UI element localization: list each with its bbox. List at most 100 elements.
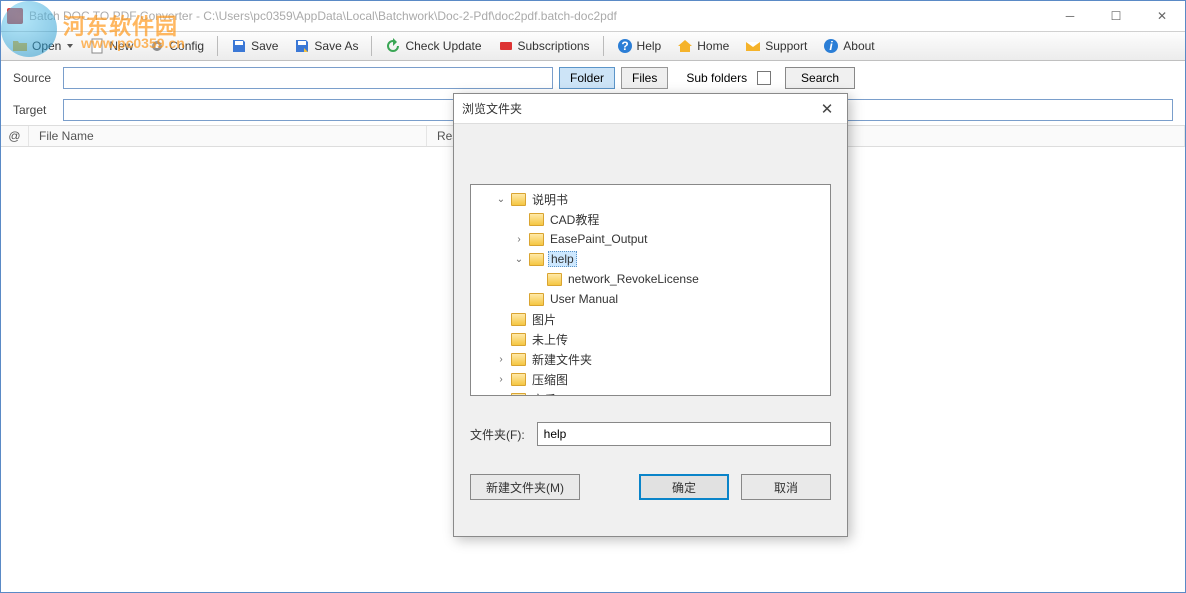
- config-button[interactable]: Config: [142, 34, 211, 58]
- gear-icon: [149, 38, 165, 54]
- folder-icon: [529, 293, 544, 306]
- window-title: Batch DOC TO PDF Converter - C:\Users\pc…: [29, 9, 1047, 23]
- about-button[interactable]: i About: [816, 34, 881, 58]
- tree-item[interactable]: · User Manual: [473, 289, 828, 309]
- chevron-right-icon[interactable]: ›: [495, 394, 507, 397]
- folder-icon: [529, 253, 544, 266]
- tree-item[interactable]: › 音乐: [473, 389, 828, 396]
- chevron-right-icon[interactable]: ›: [495, 354, 507, 365]
- col-at[interactable]: @: [1, 126, 29, 146]
- dialog-titlebar: 浏览文件夹 ✕: [454, 94, 847, 124]
- tree-item-label: CAD教程: [548, 211, 601, 228]
- subfolders-checkbox[interactable]: [757, 71, 771, 85]
- chevron-right-icon[interactable]: ›: [495, 374, 507, 385]
- subscriptions-label: Subscriptions: [518, 39, 590, 53]
- home-button[interactable]: Home: [670, 34, 736, 58]
- tree-item-label: network_RevokeLicense: [566, 272, 701, 286]
- open-button[interactable]: Open: [5, 34, 80, 58]
- tree-item[interactable]: › 压缩图: [473, 369, 828, 389]
- open-label: Open: [32, 39, 61, 53]
- help-label: Help: [637, 39, 662, 53]
- folder-tree[interactable]: ⌄ 说明书 · CAD教程›EasePaint_Output ⌄ help · network…: [470, 184, 831, 396]
- tree-item[interactable]: ⌄ help: [473, 249, 828, 269]
- tree-item[interactable]: · 未上传: [473, 329, 828, 349]
- titlebar: Batch DOC TO PDF Converter - C:\Users\pc…: [1, 1, 1185, 31]
- toolbar-separator: [371, 36, 372, 56]
- cart-icon: [498, 38, 514, 54]
- home-label: Home: [697, 39, 729, 53]
- folder-field-input[interactable]: [537, 422, 831, 446]
- ok-button[interactable]: 确定: [639, 474, 729, 500]
- folder-icon: [511, 393, 526, 397]
- tree-item-label: help: [548, 251, 577, 267]
- folder-icon: [529, 213, 544, 226]
- saveas-icon: [294, 38, 310, 54]
- caret-blank: ·: [513, 214, 525, 225]
- tree-item-label: 新建文件夹: [530, 351, 594, 368]
- folder-field-row: 文件夹(F):: [454, 406, 847, 446]
- check-update-label: Check Update: [405, 39, 481, 53]
- source-label: Source: [13, 71, 57, 85]
- chevron-down-icon: [67, 44, 73, 48]
- tree-item[interactable]: ·图片: [473, 309, 828, 329]
- close-button[interactable]: ✕: [1139, 1, 1185, 31]
- tree-item-label: 未上传: [530, 331, 570, 348]
- new-folder-button[interactable]: 新建文件夹(M): [470, 474, 580, 500]
- files-button[interactable]: Files: [621, 67, 668, 89]
- tree-item-label: 压缩图: [530, 371, 570, 388]
- toolbar-separator: [603, 36, 604, 56]
- subscriptions-button[interactable]: Subscriptions: [491, 34, 597, 58]
- caret-blank: ·: [531, 274, 543, 285]
- tree-item-label: 音乐: [530, 391, 558, 397]
- dialog-close-button[interactable]: ✕: [815, 100, 839, 118]
- folder-icon: [511, 193, 526, 206]
- col-filename[interactable]: File Name: [29, 126, 427, 146]
- tree-item-label: User Manual: [548, 292, 620, 306]
- caret-blank: ·: [513, 294, 525, 305]
- maximize-button[interactable]: ☐: [1093, 1, 1139, 31]
- minimize-button[interactable]: ─: [1047, 1, 1093, 31]
- tree-item[interactable]: · network_RevokeLicense: [473, 269, 828, 289]
- about-label: About: [843, 39, 874, 53]
- caret-blank: ·: [495, 334, 507, 345]
- dialog-body: ⌄ 说明书 · CAD教程›EasePaint_Output ⌄ help · network…: [454, 124, 847, 406]
- saveas-button[interactable]: Save As: [287, 34, 365, 58]
- config-label: Config: [169, 39, 204, 53]
- new-label: New: [109, 39, 133, 53]
- tree-item[interactable]: · CAD教程: [473, 209, 828, 229]
- folder-icon: [511, 373, 526, 386]
- tree-item-label: 图片: [530, 311, 558, 328]
- save-label: Save: [251, 39, 278, 53]
- folder-icon: [547, 273, 562, 286]
- check-update-button[interactable]: Check Update: [378, 34, 488, 58]
- mail-icon: [745, 38, 761, 54]
- help-button[interactable]: ? Help: [610, 34, 669, 58]
- support-button[interactable]: Support: [738, 34, 814, 58]
- chevron-down-icon[interactable]: ⌄: [495, 194, 507, 205]
- save-button[interactable]: Save: [224, 34, 285, 58]
- folder-field-label: 文件夹(F):: [470, 426, 525, 443]
- search-button[interactable]: Search: [785, 67, 855, 89]
- chevron-down-icon[interactable]: ⌄: [513, 254, 525, 265]
- tree-item[interactable]: ⌄ 说明书: [473, 189, 828, 209]
- new-button[interactable]: New: [82, 34, 140, 58]
- tree-item-label: 说明书: [530, 191, 570, 208]
- info-icon: i: [823, 38, 839, 54]
- subfolders-label: Sub folders: [686, 71, 747, 85]
- saveas-label: Save As: [314, 39, 358, 53]
- folder-icon: [529, 233, 544, 246]
- source-input[interactable]: [63, 67, 553, 89]
- browse-folder-dialog: 浏览文件夹 ✕ ⌄ 说明书 · CAD教程›EasePaint_Output ⌄ help…: [453, 93, 848, 537]
- save-icon: [231, 38, 247, 54]
- cancel-button[interactable]: 取消: [741, 474, 831, 500]
- window-controls: ─ ☐ ✕: [1047, 1, 1185, 31]
- folder-button[interactable]: Folder: [559, 67, 615, 89]
- folder-open-icon: [12, 38, 28, 54]
- chevron-right-icon[interactable]: ›: [513, 234, 525, 245]
- tree-item[interactable]: › 新建文件夹: [473, 349, 828, 369]
- app-icon: [7, 8, 23, 24]
- tree-item[interactable]: ›EasePaint_Output: [473, 229, 828, 249]
- folder-icon: [511, 313, 526, 326]
- support-label: Support: [765, 39, 807, 53]
- main-toolbar: Open New Config Save Save As Check Updat…: [1, 31, 1185, 61]
